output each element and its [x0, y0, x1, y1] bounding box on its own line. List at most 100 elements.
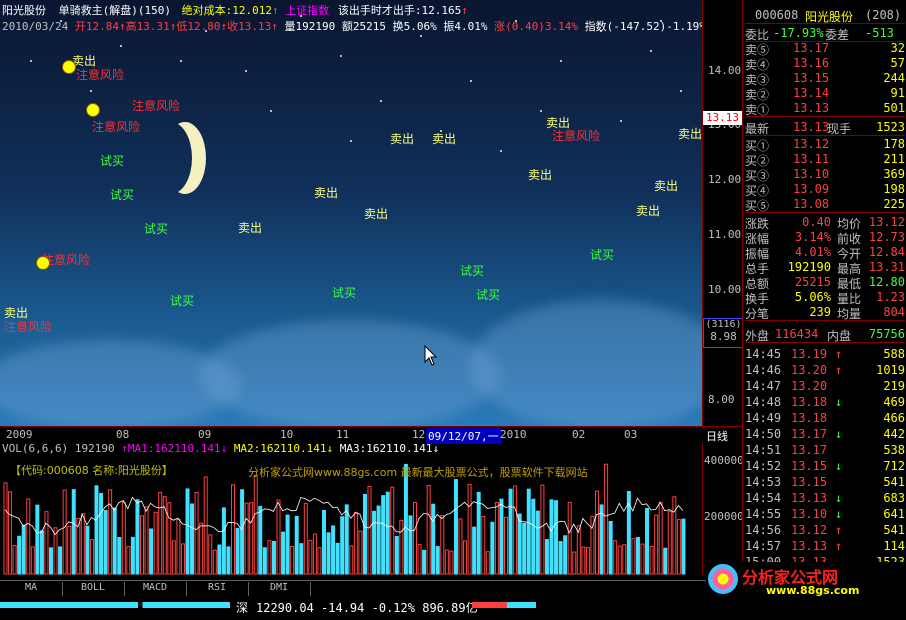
date-axis-tick: 2010 — [500, 428, 527, 441]
inner-value: 75756 — [868, 327, 905, 341]
tick-price: 13.17 — [791, 427, 828, 441]
bid-row: 买② 13.11 211 — [745, 152, 905, 168]
volume-bar — [572, 551, 577, 575]
price-axis-tick: 10.00 — [708, 283, 742, 296]
tick-row: 14:51 13.17 538 — [745, 443, 905, 458]
inner-label: 内盘 — [827, 329, 852, 343]
tick-row: 14:53 13.15 541 — [745, 475, 905, 490]
stat-value: 192190 — [787, 260, 831, 274]
stat-value: 13.12 — [868, 215, 905, 229]
volume-axis-high: 400000 — [704, 454, 744, 467]
volume-bar — [567, 501, 572, 575]
stat-row: 涨幅 3.14% 前收 12.73 — [745, 230, 905, 246]
amplitude-value: 振4.01% — [443, 20, 488, 33]
ask-volume: 32 — [890, 41, 905, 55]
volume-bar — [622, 544, 627, 575]
volume-bar — [240, 489, 245, 575]
weibi-row: 委比 -17.93% 委差 -513 — [745, 26, 905, 42]
tick-price: 13.13 — [791, 539, 828, 553]
site-logo: 分析家公式网 www.88gs.com — [706, 562, 906, 598]
bid-volume: 369 — [883, 167, 905, 181]
signal-buy: 试买 — [590, 248, 615, 262]
volume-bar — [21, 524, 26, 575]
volume-bar — [599, 504, 604, 575]
quote-title: 000608 阳光股份 (208) — [745, 8, 905, 24]
signal-sell: 卖出 — [678, 127, 702, 141]
volume-bar — [67, 525, 72, 575]
signal-buy: 试买 — [110, 188, 135, 202]
tick-price: 13.17 — [791, 443, 828, 457]
tab-rsi[interactable]: RSI — [186, 582, 249, 596]
volume-bar — [481, 515, 486, 575]
tab-ma[interactable]: MA — [0, 582, 63, 596]
price-axis-tick: 14.00 — [708, 64, 742, 77]
ask-price: 13.13 — [793, 101, 830, 115]
volume-bar — [185, 488, 190, 575]
tick-price: 13.10 — [791, 507, 828, 521]
tab-dmi[interactable]: DMI — [248, 582, 311, 596]
tick-time: 14:49 — [745, 411, 782, 425]
volume-bar — [453, 479, 458, 575]
tick-price: 13.20 — [791, 363, 828, 377]
volume-bar — [8, 491, 13, 575]
date-axis-tick: 10 — [280, 428, 294, 441]
stat-value: 3.14% — [794, 230, 831, 244]
tab-macd[interactable]: MACD — [124, 582, 187, 596]
volume-bar — [585, 547, 590, 575]
amount-value: 额25215 — [341, 20, 386, 33]
tick-direction: ↓ — [835, 507, 843, 521]
tick-time: 14:47 — [745, 379, 782, 393]
volume-value: 量192190 — [284, 20, 336, 33]
volume-bar — [140, 515, 144, 575]
smiley-icon — [86, 103, 100, 117]
index-change-value: 指数(-147.52)-1.19% — [584, 20, 706, 33]
kline-chart[interactable]: 卖出 注意风险 注意风险 注意风险 试买 试买 试买 试买 卖出 卖出 试买 卖出 卖出 卖出 试买 试买 卖出… — [0, 0, 702, 426]
tab-boll[interactable]: BOLL — [62, 582, 125, 596]
open-value: 开12.84 — [74, 20, 119, 33]
signal-risk: 注意风险 — [132, 99, 181, 113]
volume-bar — [385, 491, 390, 575]
ask-volume: 57 — [890, 56, 905, 70]
stat-value: 25215 — [794, 275, 831, 289]
volume-bar — [613, 540, 618, 575]
quote-panel: 000608 阳光股份 (208) 委比 -17.93% 委差 -513 卖⑤ 13.17 32 卖… — [742, 0, 906, 575]
volume-bar — [517, 513, 522, 575]
signal-sell: 卖出 — [528, 168, 553, 182]
volume-bar — [290, 545, 295, 575]
period-label[interactable]: 日线 — [706, 428, 728, 444]
crosshair-price: 8.98 — [710, 330, 737, 343]
last-price-tag: 13.13 — [703, 111, 742, 125]
tick-direction: ↑ — [835, 523, 843, 537]
volume-bar — [121, 501, 126, 575]
crosshair-value-tag: (3116) 8.98 — [703, 318, 744, 348]
volume-bar — [117, 536, 122, 575]
volume-bar — [344, 504, 349, 575]
close-value: 收13.13 — [227, 20, 272, 33]
hand-label: 现手 — [827, 122, 852, 136]
flower-logo-icon — [708, 564, 738, 594]
volume-bar — [604, 463, 609, 575]
index-value: 12290.04 — [256, 601, 314, 615]
status-bar: 深 12290.04 -14.94 -0.12% 896.89亿 — [0, 598, 906, 620]
smiley-icon — [62, 60, 76, 74]
tick-volume: 442 — [883, 427, 905, 441]
volume-bar — [58, 546, 63, 575]
volume-bar — [408, 515, 413, 575]
volume-bar — [171, 540, 176, 575]
volume-bar — [494, 501, 499, 575]
volume-bar — [372, 510, 377, 575]
tick-price: 13.13 — [791, 491, 828, 505]
volume-axis-mid: 200000 — [704, 510, 744, 523]
advice-text: 该出手时才出手:12.165 — [337, 4, 462, 17]
chart-header-line2: 2010/03/24 开12.84↑高13.31↑低12.80↑收13.13↑ … — [2, 20, 706, 33]
volume-bar — [217, 544, 222, 575]
abs-cost: 绝对成本:12.012 — [181, 4, 272, 17]
tick-row: 14:45 13.19 ↑ 588 — [745, 347, 905, 362]
volume-bar — [167, 502, 172, 575]
signal-sell: 卖出 — [238, 221, 263, 235]
volume-bar — [654, 514, 659, 575]
tick-price: 13.12 — [791, 523, 828, 537]
ask-row: 卖④ 13.16 57 — [745, 56, 905, 72]
volume-bar — [349, 545, 354, 575]
tick-direction: ↓ — [835, 459, 843, 473]
